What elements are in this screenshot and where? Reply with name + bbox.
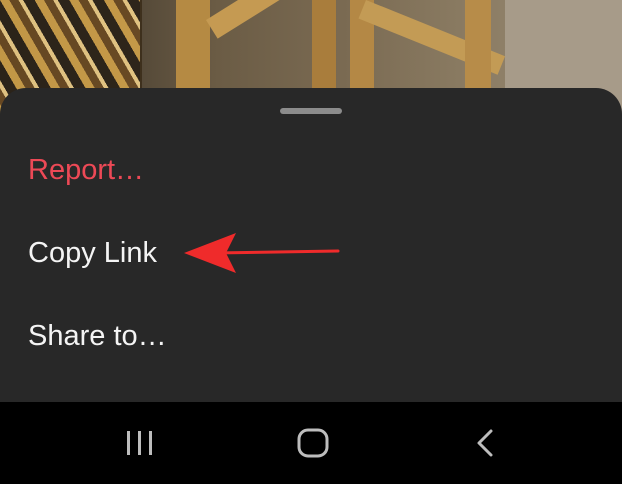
photo-chair-bar xyxy=(206,0,311,39)
screen: Report… Copy Link Share to… xyxy=(0,0,622,484)
menu-item-copy-link[interactable]: Copy Link xyxy=(28,235,157,271)
menu-item-share-to[interactable]: Share to… xyxy=(28,318,167,354)
red-arrow-annotation-icon xyxy=(184,233,340,273)
menu-item-report[interactable]: Report… xyxy=(28,152,144,188)
home-button[interactable] xyxy=(283,420,343,466)
sheet-drag-handle[interactable] xyxy=(280,108,342,114)
recent-apps-icon xyxy=(127,431,152,455)
home-icon xyxy=(297,428,329,458)
options-bottom-sheet: Report… Copy Link Share to… xyxy=(0,88,622,402)
recent-apps-button[interactable] xyxy=(110,420,170,466)
back-icon xyxy=(477,429,493,457)
system-navigation-bar xyxy=(0,402,622,484)
back-button[interactable] xyxy=(456,420,516,466)
